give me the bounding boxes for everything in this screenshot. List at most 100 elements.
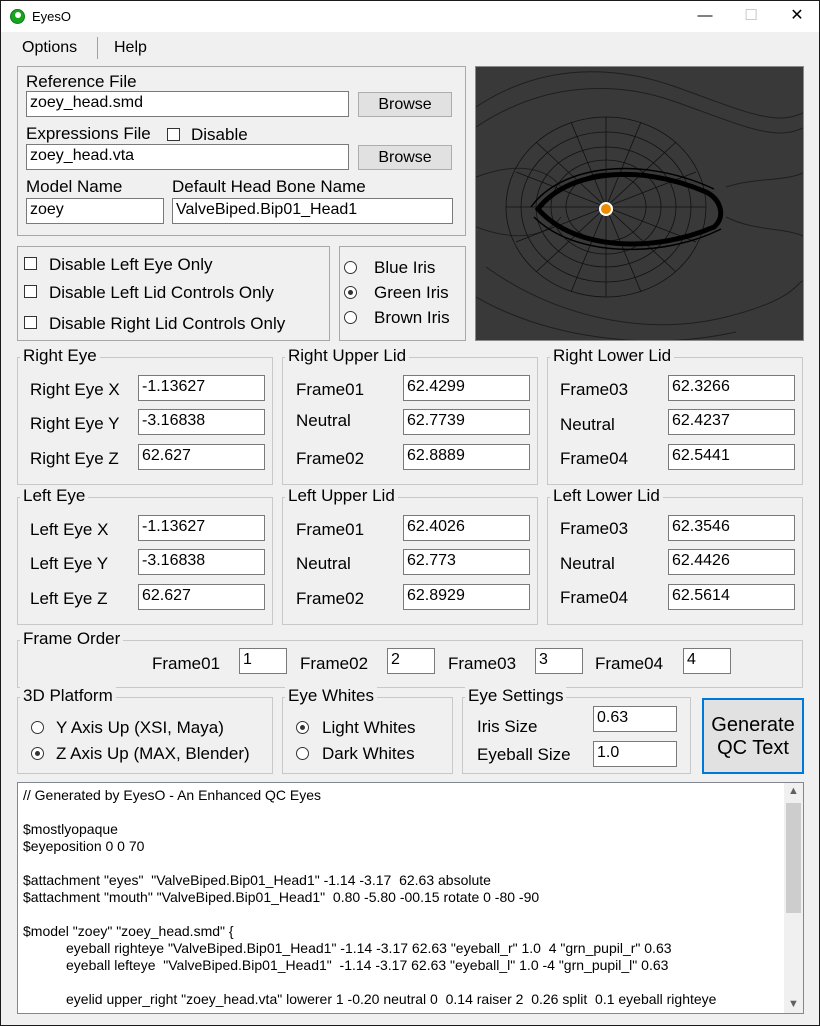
- browse-expressions-button[interactable]: Browse: [358, 145, 452, 170]
- iris-blue-radio[interactable]: [344, 261, 357, 274]
- model-name-label: Model Name: [26, 177, 123, 196]
- left-upper-neutral-input[interactable]: 62.773: [403, 549, 530, 575]
- generate-qc-line1: Generate: [711, 714, 795, 736]
- right-eye-x-label: Right Eye X: [30, 380, 120, 399]
- right-eye-y-input[interactable]: -3.16838: [138, 409, 265, 435]
- output-line: $attachment "eyes" "ValveBiped.Bip01_Hea…: [23, 872, 491, 888]
- right-eye-x-input[interactable]: -1.13627: [138, 375, 265, 401]
- iris-green-radio[interactable]: [344, 286, 357, 299]
- left-lower-frame03-label: Frame03: [560, 519, 629, 538]
- output-line: eyeball righteye "ValveBiped.Bip01_Head1…: [66, 940, 672, 956]
- window-title: EyesO: [32, 9, 72, 24]
- output-line: eyelid upper_right "zoey_head.vta" lower…: [66, 991, 717, 1007]
- expressions-file-input[interactable]: zoey_head.vta: [26, 144, 349, 170]
- head-bone-label: Default Head Bone Name: [172, 177, 366, 196]
- reference-file-label: Reference File: [26, 72, 137, 91]
- left-upper-frame01-input[interactable]: 62.4026: [403, 515, 530, 541]
- frame-order-frame03-input[interactable]: 3: [535, 648, 583, 674]
- iris-brown-radio[interactable]: [344, 311, 357, 324]
- frame-order-frame04-input[interactable]: 4: [683, 648, 731, 674]
- dark-whites-radio[interactable]: [296, 747, 309, 760]
- right-lower-lid-title: Right Lower Lid: [550, 346, 675, 366]
- right-upper-neutral-input[interactable]: 62.7739: [403, 409, 530, 435]
- right-eye-z-input[interactable]: 62.627: [138, 444, 265, 470]
- reference-file-input[interactable]: zoey_head.smd: [26, 91, 349, 117]
- left-eye-x-input[interactable]: -1.13627: [138, 515, 265, 541]
- left-eye-y-input[interactable]: -3.16838: [138, 549, 265, 575]
- disable-left-eye-checkbox[interactable]: [24, 257, 37, 270]
- output-line: $attachment "mouth" "ValveBiped.Bip01_He…: [23, 889, 540, 905]
- eyeball-size-input[interactable]: 1.0: [593, 741, 677, 767]
- scroll-up-arrow-icon[interactable]: ▲: [784, 783, 803, 800]
- left-eye-z-input[interactable]: 62.627: [138, 584, 265, 610]
- frame-order-frame04-label: Frame04: [595, 654, 664, 673]
- right-upper-neutral-label: Neutral: [296, 411, 351, 430]
- left-lower-frame04-input[interactable]: 62.5614: [668, 584, 795, 610]
- scroll-down-arrow-icon[interactable]: ▼: [784, 996, 803, 1013]
- iris-size-input[interactable]: 0.63: [593, 706, 677, 732]
- right-upper-frame02-input[interactable]: 62.8889: [403, 444, 530, 470]
- output-line: $mostlyopaque: [23, 821, 118, 837]
- frame-order-frame02-input[interactable]: 2: [387, 648, 435, 674]
- menu-options[interactable]: Options: [22, 39, 77, 57]
- disable-left-lid-label: Disable Left Lid Controls Only: [49, 283, 274, 302]
- scroll-thumb[interactable]: [786, 803, 801, 913]
- head-bone-input[interactable]: ValveBiped.Bip01_Head1: [172, 198, 453, 224]
- maximize-button[interactable]: ☐: [728, 1, 774, 32]
- minimize-button[interactable]: —: [682, 1, 728, 32]
- output-line: // Generated by EyesO - An Enhanced QC E…: [23, 787, 322, 803]
- y-axis-up-label: Y Axis Up (XSI, Maya): [56, 718, 224, 737]
- disable-left-eye-label: Disable Left Eye Only: [49, 255, 213, 274]
- expressions-file-label: Expressions File: [26, 124, 151, 143]
- disable-left-lid-checkbox[interactable]: [24, 285, 37, 298]
- app-window: EyesO — ☐ ✕ Options Help Reference File …: [0, 0, 820, 1026]
- right-eye-z-label: Right Eye Z: [30, 449, 119, 468]
- qc-output-textarea[interactable]: // Generated by EyesO - An Enhanced QC E…: [17, 782, 804, 1014]
- output-scrollbar[interactable]: ▲ ▼: [784, 783, 803, 1013]
- dark-whites-label: Dark Whites: [322, 744, 415, 763]
- right-upper-frame01-input[interactable]: 62.4299: [403, 375, 530, 401]
- left-eye-z-label: Left Eye Z: [30, 589, 108, 608]
- frame-order-title: Frame Order: [20, 629, 124, 649]
- platform-title: 3D Platform: [20, 686, 116, 706]
- right-upper-frame02-label: Frame02: [296, 449, 365, 468]
- light-whites-label: Light Whites: [322, 718, 416, 737]
- eyeball-size-label: Eyeball Size: [477, 745, 571, 764]
- disable-right-lid-checkbox[interactable]: [24, 316, 37, 329]
- right-lower-neutral-input[interactable]: 62.4237: [668, 409, 795, 435]
- iris-size-label: Iris Size: [477, 717, 538, 736]
- left-eye-title: Left Eye: [20, 486, 89, 506]
- y-axis-up-radio[interactable]: [31, 721, 44, 734]
- right-lower-frame04-input[interactable]: 62.5441: [668, 444, 795, 470]
- left-upper-frame02-input[interactable]: 62.8929: [403, 584, 530, 610]
- title-bar: EyesO — ☐ ✕: [1, 1, 819, 32]
- left-lower-neutral-label: Neutral: [560, 554, 615, 573]
- iris-green-label: Green Iris: [374, 283, 449, 302]
- frame-order-frame01-input[interactable]: 1: [239, 648, 287, 674]
- frame-order-frame02-label: Frame02: [300, 654, 369, 673]
- pupil-marker: [599, 202, 613, 216]
- left-lower-neutral-input[interactable]: 62.4426: [668, 549, 795, 575]
- z-axis-up-radio[interactable]: [31, 747, 44, 760]
- frame-order-frame01-label: Frame01: [152, 654, 221, 673]
- eye-whites-title: Eye Whites: [285, 686, 377, 706]
- menu-help[interactable]: Help: [114, 39, 147, 57]
- right-lower-frame03-input[interactable]: 62.3266: [668, 375, 795, 401]
- generate-qc-button[interactable]: Generate QC Text: [702, 698, 804, 774]
- right-lower-neutral-label: Neutral: [560, 415, 615, 434]
- browse-reference-button[interactable]: Browse: [358, 92, 452, 117]
- frame-order-frame03-label: Frame03: [448, 654, 517, 673]
- z-axis-up-label: Z Axis Up (MAX, Blender): [56, 744, 250, 763]
- disable-expressions-checkbox[interactable]: [167, 128, 180, 141]
- left-eye-x-label: Left Eye X: [30, 520, 109, 539]
- model-name-input[interactable]: zoey: [26, 198, 164, 224]
- left-lower-frame04-label: Frame04: [560, 588, 629, 607]
- right-lower-frame03-label: Frame03: [560, 380, 629, 399]
- output-line: $model "zoey" "zoey_head.smd" {: [23, 923, 234, 939]
- left-lower-frame03-input[interactable]: 62.3546: [668, 515, 795, 541]
- left-upper-frame02-label: Frame02: [296, 589, 365, 608]
- close-button[interactable]: ✕: [774, 1, 820, 32]
- light-whites-radio[interactable]: [296, 721, 309, 734]
- eye-preview-viewport[interactable]: [475, 66, 804, 341]
- right-eye-title: Right Eye: [20, 346, 100, 366]
